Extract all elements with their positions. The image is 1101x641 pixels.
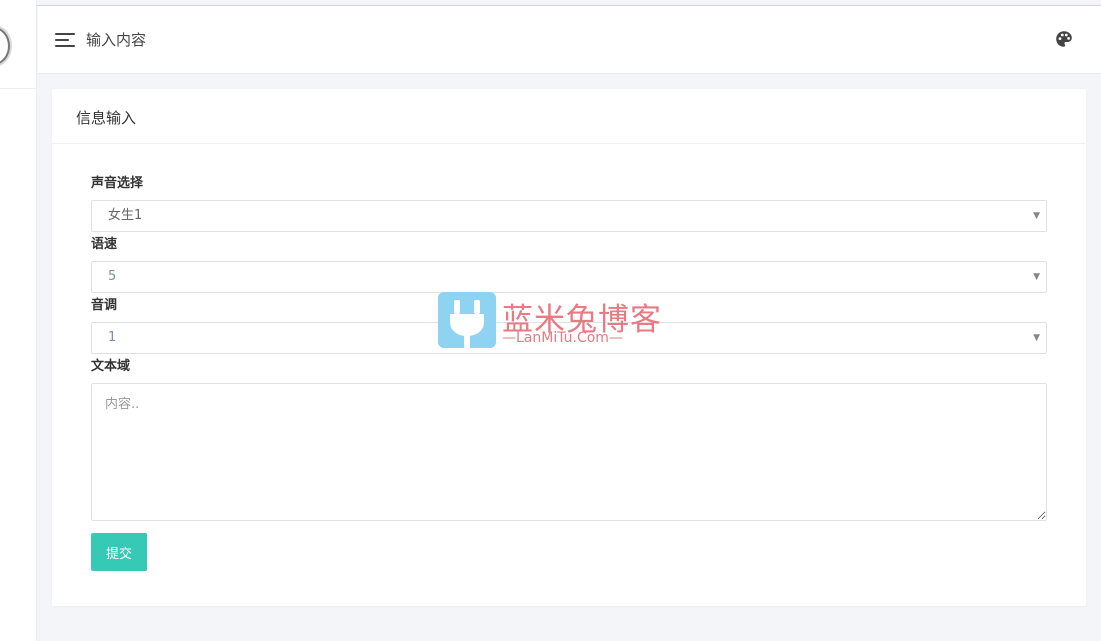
chevron-down-icon: ▼ [1033, 211, 1040, 221]
speed-select-value: 5 [108, 269, 117, 284]
page-title: 输入内容 [86, 31, 147, 49]
speed-label: 语速 [91, 237, 118, 252]
voice-select-value: 女生1 [108, 208, 143, 223]
speed-select[interactable]: 5 ▼ [91, 261, 1047, 293]
sidebar-divider [0, 88, 37, 89]
sidebar [0, 0, 37, 641]
pitch-select-value: 1 [108, 330, 117, 345]
content-textarea[interactable] [91, 383, 1047, 521]
hamburger-icon[interactable] [55, 33, 75, 47]
voice-select[interactable]: 女生1 ▼ [91, 200, 1047, 232]
palette-icon[interactable] [1055, 30, 1073, 48]
submit-button[interactable]: 提交 [91, 533, 147, 571]
watermark-subtext: —LanMiTu.Com— [502, 330, 623, 346]
header: 输入内容 [38, 6, 1101, 74]
textarea-label: 文本域 [91, 359, 131, 374]
chevron-down-icon: ▼ [1033, 272, 1040, 282]
watermark: 蓝米兔博客 —LanMiTu.Com— [438, 292, 664, 350]
voice-label: 声音选择 [91, 176, 144, 191]
avatar[interactable] [0, 27, 10, 65]
card-title: 信息输入 [52, 89, 1086, 144]
plug-logo-icon [438, 292, 496, 348]
chevron-down-icon: ▼ [1033, 333, 1040, 343]
